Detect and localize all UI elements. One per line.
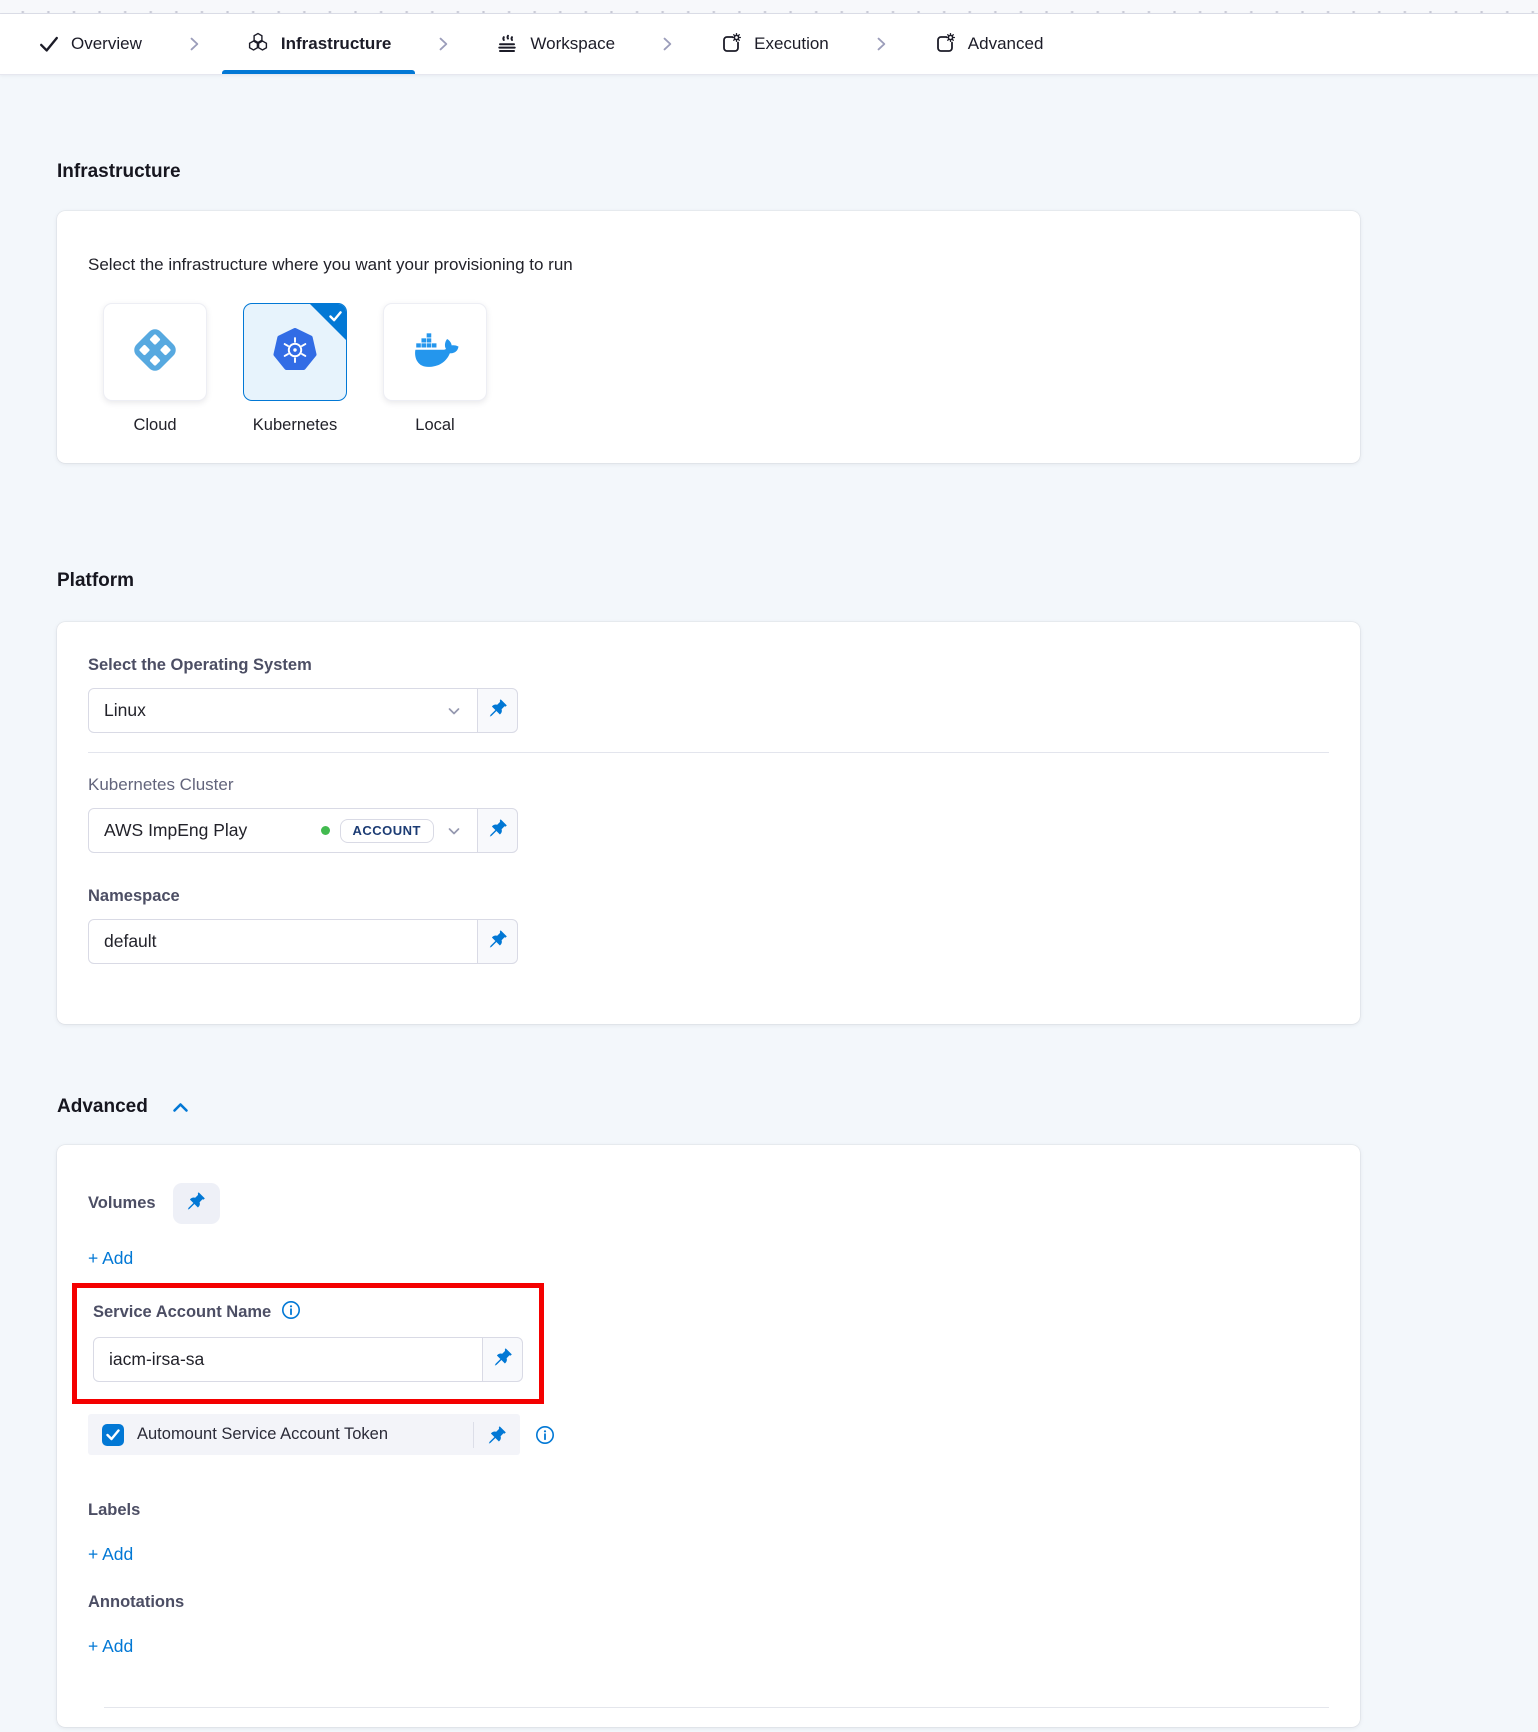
cluster-label: Kubernetes Cluster xyxy=(88,775,1329,795)
stack-icon xyxy=(495,32,519,56)
infrastructure-prompt: Select the infrastructure where you want… xyxy=(88,255,1329,275)
tab-label: Advanced xyxy=(968,34,1044,54)
check-icon xyxy=(38,33,60,55)
labels-label: Labels xyxy=(88,1501,1329,1520)
platform-card: Select the Operating System Linux Kubern… xyxy=(57,622,1360,1024)
infrastructure-heading: Infrastructure xyxy=(57,161,1360,183)
cluster-select[interactable]: AWS ImpEng Play ACCOUNT xyxy=(88,808,478,853)
infra-option-label: Local xyxy=(415,416,454,435)
canvas-dots-strip xyxy=(0,0,1538,14)
volumes-label: Volumes xyxy=(88,1194,156,1213)
hexagons-icon xyxy=(246,32,270,56)
infrastructure-card: Select the infrastructure where you want… xyxy=(57,211,1360,463)
cluster-pin-button[interactable] xyxy=(477,808,518,853)
infra-option-kubernetes[interactable] xyxy=(243,303,347,401)
automount-row: Automount Service Account Token xyxy=(88,1414,520,1455)
os-select[interactable]: Linux xyxy=(88,688,478,733)
tab-advanced[interactable]: Advanced xyxy=(909,14,1068,74)
chevron-right-icon xyxy=(871,34,891,54)
docker-icon xyxy=(410,325,460,380)
platform-heading: Platform xyxy=(57,570,1360,592)
service-account-input[interactable] xyxy=(93,1337,483,1382)
infra-option-cloud[interactable] xyxy=(103,303,207,401)
tab-infrastructure[interactable]: Infrastructure xyxy=(222,14,416,74)
panel-gear-icon xyxy=(933,32,957,56)
tab-overview[interactable]: Overview xyxy=(14,14,166,74)
advanced-heading: Advanced xyxy=(57,1096,148,1118)
pin-icon xyxy=(488,698,508,723)
divider xyxy=(104,1707,1329,1708)
namespace-input[interactable] xyxy=(88,919,478,964)
tab-execution[interactable]: Execution xyxy=(695,14,853,74)
automount-checkbox[interactable] xyxy=(102,1424,124,1446)
connector-status-dot xyxy=(321,826,330,835)
cluster-select-value: AWS ImpEng Play xyxy=(104,820,247,841)
os-label: Select the Operating System xyxy=(88,656,1329,675)
chevron-down-icon xyxy=(446,703,462,719)
tab-label: Execution xyxy=(754,34,829,54)
service-account-label: Service Account Name xyxy=(93,1303,271,1322)
infra-option-label: Kubernetes xyxy=(253,416,337,435)
chevron-up-icon[interactable] xyxy=(172,1101,189,1113)
infrastructure-options: Cloud xyxy=(103,303,1329,435)
os-pin-button[interactable] xyxy=(477,688,518,733)
namespace-label: Namespace xyxy=(88,887,1329,906)
wizard-tabbar: Overview Infrastructure Workspace xyxy=(0,14,1538,75)
add-volume-link[interactable]: + Add xyxy=(88,1248,133,1269)
pin-icon xyxy=(186,1191,206,1216)
info-icon[interactable] xyxy=(281,1300,301,1325)
cloud-icon xyxy=(130,325,180,380)
pin-icon xyxy=(488,818,508,843)
divider xyxy=(473,1422,474,1448)
highlight-box: Service Account Name xyxy=(72,1283,544,1404)
infra-option-label: Cloud xyxy=(133,416,176,435)
annotations-label: Annotations xyxy=(88,1593,1329,1612)
add-annotation-link[interactable]: + Add xyxy=(88,1636,133,1657)
panel-gear-icon xyxy=(719,32,743,56)
chevron-right-icon xyxy=(433,34,453,54)
namespace-pin-button[interactable] xyxy=(477,919,518,964)
service-account-pin-button[interactable] xyxy=(482,1337,523,1382)
automount-pin-button[interactable] xyxy=(487,1425,507,1445)
chevron-right-icon xyxy=(657,34,677,54)
add-label-link[interactable]: + Add xyxy=(88,1544,133,1565)
divider xyxy=(88,752,1329,753)
pin-icon xyxy=(493,1347,513,1372)
account-scope-badge: ACCOUNT xyxy=(340,819,435,843)
tab-label: Overview xyxy=(71,34,142,54)
tab-label: Infrastructure xyxy=(281,34,392,54)
tab-workspace[interactable]: Workspace xyxy=(471,14,639,74)
pin-icon xyxy=(488,929,508,954)
advanced-card: Volumes + Add Service Account Name xyxy=(57,1145,1360,1727)
volumes-pin-button[interactable] xyxy=(173,1183,220,1224)
tab-label: Workspace xyxy=(530,34,615,54)
selected-check-icon xyxy=(329,309,342,327)
info-icon[interactable] xyxy=(535,1425,555,1445)
infra-option-local[interactable] xyxy=(383,303,487,401)
chevron-right-icon xyxy=(184,34,204,54)
automount-label: Automount Service Account Token xyxy=(137,1425,388,1444)
os-select-value: Linux xyxy=(104,700,146,721)
chevron-down-icon xyxy=(446,823,462,839)
